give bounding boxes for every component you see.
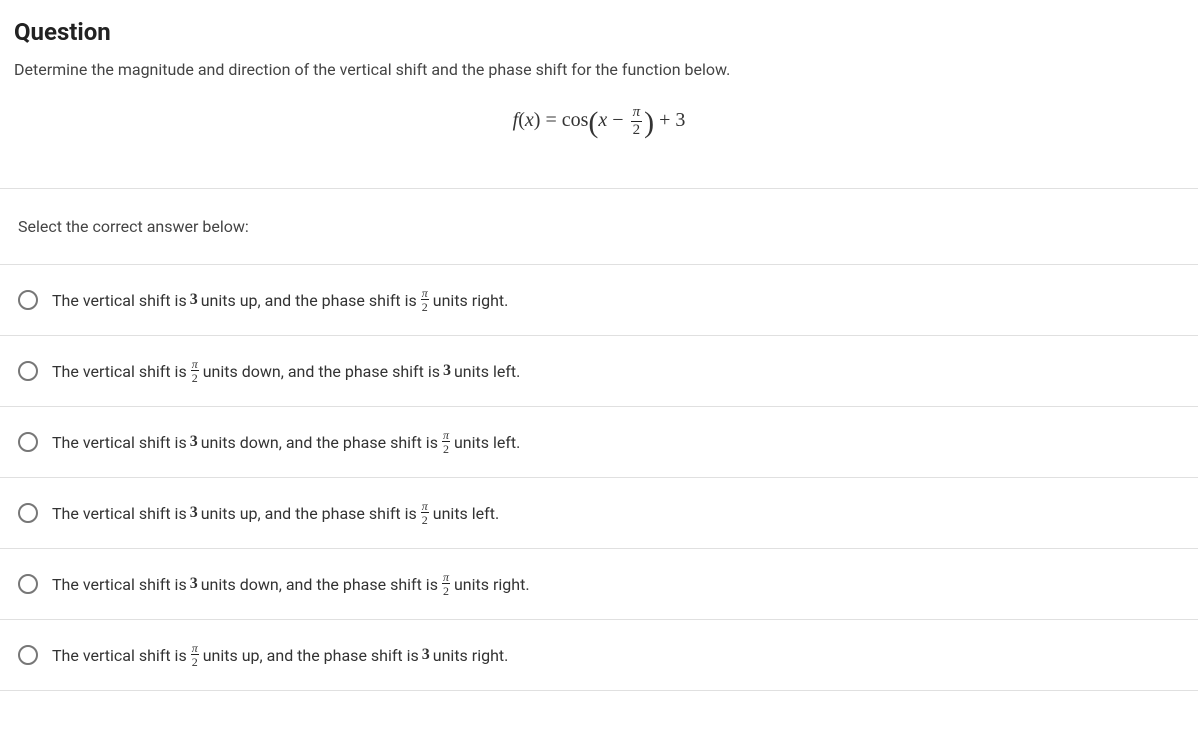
formula-plus3: + 3 bbox=[654, 109, 685, 131]
option-frac-den: 2 bbox=[191, 371, 199, 384]
option-text-part: The vertical shift is bbox=[52, 291, 187, 310]
formula-x1: x bbox=[525, 109, 534, 131]
formula-frac-den: 2 bbox=[631, 122, 643, 138]
option-text: The vertical shift is 3 units down, and … bbox=[52, 571, 530, 597]
options-list: The vertical shift is 3 units up, and th… bbox=[0, 264, 1198, 691]
option-frac-num: π bbox=[191, 358, 199, 371]
question-prompt: Determine the magnitude and direction of… bbox=[14, 60, 1184, 79]
formula-lparen: ( bbox=[588, 111, 598, 135]
option-text-part: units down, and the phase shift is bbox=[201, 575, 438, 594]
option-text: The vertical shift is 3 units down, and … bbox=[52, 429, 520, 455]
formula-minus: − bbox=[607, 109, 628, 131]
answer-option-2[interactable]: The vertical shift is 3 units down, and … bbox=[0, 406, 1198, 477]
formula-fraction: π2 bbox=[631, 105, 643, 138]
answer-instruction: Select the correct answer below: bbox=[0, 188, 1198, 264]
radio-icon[interactable] bbox=[18, 361, 38, 381]
option-text-part: units left. bbox=[433, 504, 499, 523]
option-text-part: units down, and the phase shift is bbox=[203, 362, 440, 381]
option-frac-num: π bbox=[442, 571, 450, 584]
option-fraction: π2 bbox=[191, 642, 199, 668]
option-text: The vertical shift is π2 units down, and… bbox=[52, 358, 520, 384]
question-heading: Question bbox=[14, 18, 1184, 46]
option-frac-den: 2 bbox=[421, 300, 429, 313]
option-text-part: units up, and the phase shift is bbox=[201, 504, 417, 523]
option-text: The vertical shift is π2 units up, and t… bbox=[52, 642, 508, 668]
formula-x2: x bbox=[598, 109, 607, 131]
question-header: Question Determine the magnitude and dir… bbox=[0, 0, 1198, 188]
formula-frac-num: π bbox=[631, 105, 643, 122]
option-number: 3 bbox=[443, 362, 451, 380]
answer-option-1[interactable]: The vertical shift is π2 units down, and… bbox=[0, 335, 1198, 406]
option-number: 3 bbox=[190, 575, 198, 593]
radio-icon[interactable] bbox=[18, 574, 38, 594]
option-text-part: The vertical shift is bbox=[52, 504, 187, 523]
option-frac-num: π bbox=[442, 429, 450, 442]
radio-icon[interactable] bbox=[18, 432, 38, 452]
formula-cos: cos bbox=[562, 109, 589, 131]
option-frac-den: 2 bbox=[442, 442, 450, 455]
option-number: 3 bbox=[190, 433, 198, 451]
option-text: The vertical shift is 3 units up, and th… bbox=[52, 287, 508, 313]
question-formula: f(x) = cos(x − π2) + 3 bbox=[14, 95, 1184, 174]
option-fraction: π2 bbox=[191, 358, 199, 384]
option-text-part: units left. bbox=[454, 433, 520, 452]
option-frac-den: 2 bbox=[421, 513, 429, 526]
option-number: 3 bbox=[422, 646, 430, 664]
formula-rparen: ) bbox=[644, 111, 654, 135]
option-text-part: units right. bbox=[433, 291, 509, 310]
answer-option-0[interactable]: The vertical shift is 3 units up, and th… bbox=[0, 264, 1198, 335]
question-block: Question Determine the magnitude and dir… bbox=[0, 0, 1198, 691]
option-text-part: The vertical shift is bbox=[52, 646, 187, 665]
option-number: 3 bbox=[190, 504, 198, 522]
option-frac-den: 2 bbox=[442, 584, 450, 597]
option-fraction: π2 bbox=[421, 500, 429, 526]
option-text: The vertical shift is 3 units up, and th… bbox=[52, 500, 499, 526]
answer-option-4[interactable]: The vertical shift is 3 units down, and … bbox=[0, 548, 1198, 619]
answer-option-3[interactable]: The vertical shift is 3 units up, and th… bbox=[0, 477, 1198, 548]
radio-icon[interactable] bbox=[18, 503, 38, 523]
option-frac-num: π bbox=[421, 500, 429, 513]
option-text-part: units up, and the phase shift is bbox=[201, 291, 417, 310]
radio-icon[interactable] bbox=[18, 645, 38, 665]
option-number: 3 bbox=[190, 291, 198, 309]
formula-open: ( bbox=[518, 109, 525, 131]
option-fraction: π2 bbox=[442, 429, 450, 455]
option-text-part: The vertical shift is bbox=[52, 433, 187, 452]
formula-eq: = bbox=[540, 109, 561, 131]
option-text-part: units left. bbox=[454, 362, 520, 381]
option-text-part: The vertical shift is bbox=[52, 362, 187, 381]
option-frac-num: π bbox=[191, 642, 199, 655]
radio-icon[interactable] bbox=[18, 290, 38, 310]
option-text-part: units down, and the phase shift is bbox=[201, 433, 438, 452]
option-frac-num: π bbox=[421, 287, 429, 300]
option-fraction: π2 bbox=[442, 571, 450, 597]
option-text-part: units up, and the phase shift is bbox=[203, 646, 419, 665]
option-fraction: π2 bbox=[421, 287, 429, 313]
answer-option-5[interactable]: The vertical shift is π2 units up, and t… bbox=[0, 619, 1198, 691]
option-text-part: units right. bbox=[433, 646, 509, 665]
option-text-part: units right. bbox=[454, 575, 530, 594]
option-frac-den: 2 bbox=[191, 655, 199, 668]
option-text-part: The vertical shift is bbox=[52, 575, 187, 594]
